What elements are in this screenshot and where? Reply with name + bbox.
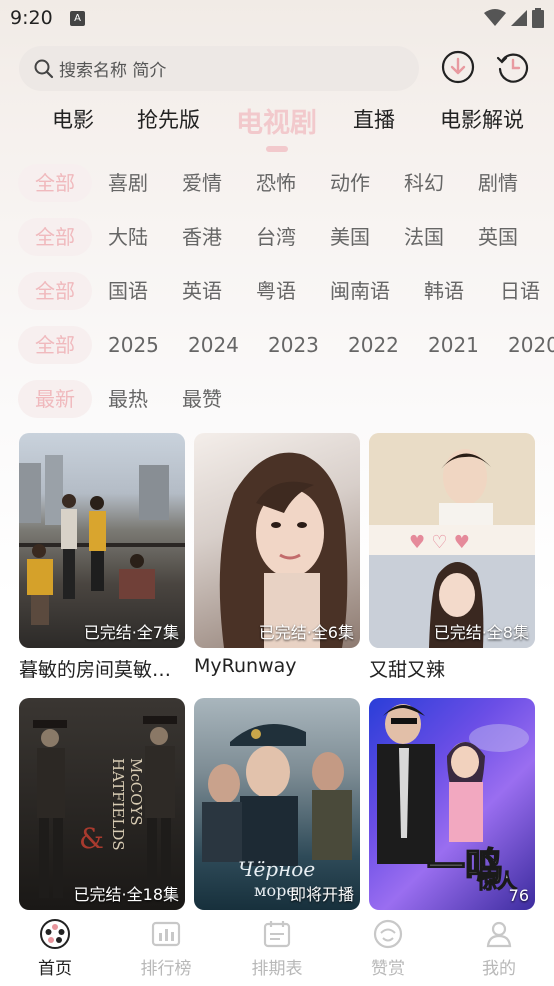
search-icon	[34, 59, 54, 78]
signal-icon	[511, 10, 527, 26]
tab-movie-commentary[interactable]: 电影解说	[440, 104, 524, 134]
nav-ranking[interactable]: 排行榜	[121, 918, 211, 979]
drama-card[interactable]: 已完结·全7集 暮敏的房间莫敏…	[19, 433, 185, 682]
status-icons	[484, 8, 544, 28]
nav-donate[interactable]: 赞赏	[343, 918, 433, 979]
sort-chip-most-liked[interactable]: 最赞	[182, 380, 222, 418]
nav-label: 排行榜	[140, 959, 192, 979]
search-input[interactable]: 搜索名称 简介	[19, 46, 419, 91]
svg-text:&: &	[79, 822, 104, 855]
drama-poster[interactable]: HATFIELDS McCOYS & 已完结·全18集	[19, 698, 185, 910]
wifi-icon	[484, 9, 506, 26]
profile-icon	[486, 921, 512, 948]
category-tabs: 电影 抢先版 电视剧 直播 电影解说	[0, 104, 554, 152]
genre-filter-row: 全部 喜剧 爱情 恐怖 动作 科幻 剧情	[0, 164, 554, 202]
drama-poster[interactable]: 已完结·全7集	[19, 433, 185, 648]
region-chip-all[interactable]: 全部	[18, 218, 92, 256]
chart-icon	[151, 921, 181, 947]
history-icon[interactable]	[496, 50, 530, 84]
drama-poster[interactable]: 已完结·全6集	[194, 433, 360, 648]
language-chip[interactable]: 粤语	[256, 272, 296, 310]
drama-card[interactable]: HATFIELDS McCOYS & 已完结·全18集	[19, 698, 185, 910]
drama-poster[interactable]: 一鸣 惊人 76	[369, 698, 535, 910]
drama-title: 暮敏的房间莫敏…	[19, 659, 172, 681]
episode-status: 76	[508, 886, 529, 905]
year-chip[interactable]: 2023	[268, 326, 319, 364]
drama-card[interactable]: 已完结·全6集 MyRunway	[194, 433, 360, 677]
nav-label: 排期表	[251, 959, 303, 979]
region-chip[interactable]: 台湾	[256, 218, 296, 256]
drama-card[interactable]: ♥ ♡ ♥ 已完结·全8集 又甜又辣	[369, 433, 535, 682]
svg-text:HATFIELDS: HATFIELDS	[109, 758, 127, 851]
film-reel-icon	[40, 919, 70, 949]
sort-chip-hottest[interactable]: 最热	[108, 380, 148, 418]
svg-text:Чёрное: Чёрное	[238, 857, 315, 881]
tab-preview[interactable]: 抢先版	[137, 104, 200, 134]
language-chip[interactable]: 英语	[182, 272, 222, 310]
tab-tv-series[interactable]: 电视剧	[236, 101, 317, 140]
calendar-icon	[263, 921, 291, 948]
genre-chip[interactable]: 爱情	[182, 164, 222, 202]
nav-label: 赞赏	[371, 959, 405, 979]
year-chip[interactable]: 2022	[348, 326, 399, 364]
tab-movie[interactable]: 电影	[52, 104, 94, 134]
bottom-navigation: 首页 排行榜 排期表 赞赏 我的	[0, 910, 554, 986]
status-bar: 9:20 A	[0, 0, 554, 38]
nav-home[interactable]: 首页	[10, 918, 100, 979]
episode-status: 已完结·全6集	[258, 623, 354, 642]
drama-poster[interactable]: Чёрное море 即将开播	[194, 698, 360, 910]
active-tab-indicator	[266, 146, 288, 152]
status-time: 9:20	[10, 7, 53, 29]
year-chip-all[interactable]: 全部	[18, 326, 92, 364]
genre-chip[interactable]: 动作	[330, 164, 370, 202]
episode-status: 即将开播	[289, 885, 354, 904]
region-chip[interactable]: 法国	[404, 218, 444, 256]
sort-filter-row: 最新 最热 最赞	[0, 380, 554, 418]
year-chip[interactable]: 2024	[188, 326, 239, 364]
search-placeholder: 搜索名称 简介	[59, 61, 167, 81]
battery-icon	[532, 8, 544, 28]
language-chip-all[interactable]: 全部	[18, 272, 92, 310]
genre-chip[interactable]: 剧情	[478, 164, 518, 202]
genre-chip[interactable]: 喜剧	[108, 164, 148, 202]
genre-chip-all[interactable]: 全部	[18, 164, 92, 202]
like-icon	[373, 919, 403, 949]
language-chip[interactable]: 韩语	[424, 272, 464, 310]
tab-live[interactable]: 直播	[353, 104, 395, 134]
episode-status: 已完结·全7集	[83, 623, 179, 642]
svg-text:McCOYS: McCOYS	[127, 758, 145, 826]
language-chip[interactable]: 闽南语	[330, 272, 390, 310]
language-chip[interactable]: 国语	[108, 272, 148, 310]
app-notification-icon: A	[70, 11, 85, 26]
region-chip[interactable]: 香港	[182, 218, 222, 256]
svg-text:♥ ♡ ♥: ♥ ♡ ♥	[409, 532, 470, 553]
genre-chip[interactable]: 恐怖	[256, 164, 296, 202]
sort-chip-latest[interactable]: 最新	[18, 380, 92, 418]
drama-card[interactable]: 一鸣 惊人 76	[369, 698, 535, 910]
episode-status: 已完结·全18集	[73, 885, 179, 904]
nav-label: 首页	[38, 959, 72, 979]
year-chip[interactable]: 2025	[108, 326, 159, 364]
region-chip[interactable]: 大陆	[108, 218, 148, 256]
region-filter-row: 全部 大陆 香港 台湾 美国 法国 英国	[0, 218, 554, 256]
language-chip[interactable]: 日语	[500, 272, 540, 310]
nav-label: 我的	[482, 959, 516, 979]
region-chip[interactable]: 美国	[330, 218, 370, 256]
nav-profile[interactable]: 我的	[454, 918, 544, 979]
download-icon[interactable]	[441, 50, 475, 84]
year-filter-row: 全部 2025 2024 2023 2022 2021 2020	[0, 326, 554, 364]
episode-status: 已完结·全8集	[433, 623, 529, 642]
drama-title: 又甜又辣	[369, 659, 446, 681]
language-filter-row: 全部 国语 英语 粤语 闽南语 韩语 日语	[0, 272, 554, 310]
year-chip[interactable]: 2020	[508, 326, 554, 364]
drama-card[interactable]: Чёрное море 即将开播	[194, 698, 360, 910]
genre-chip[interactable]: 科幻	[404, 164, 444, 202]
nav-schedule[interactable]: 排期表	[232, 918, 322, 979]
region-chip[interactable]: 英国	[478, 218, 518, 256]
year-chip[interactable]: 2021	[428, 326, 479, 364]
drama-poster[interactable]: ♥ ♡ ♥ 已完结·全8集	[369, 433, 535, 648]
drama-title: MyRunway	[194, 655, 297, 677]
